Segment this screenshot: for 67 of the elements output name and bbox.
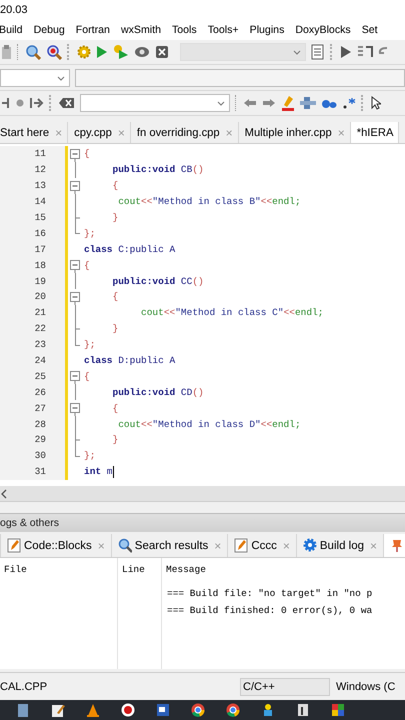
column-header[interactable]: Line — [118, 558, 161, 578]
menu-item[interactable]: Build — [0, 24, 23, 36]
status-field: Windows (C — [336, 680, 396, 692]
code-line: public:void CB() — [112, 164, 204, 176]
code-line: public:void CD() — [112, 386, 204, 398]
editor-tab[interactable]: Start here × — [0, 122, 68, 143]
menu-item[interactable]: Tools+ — [208, 24, 239, 36]
code-line: cout<<"Method in class D"<<endl; — [117, 418, 301, 430]
panel-title: ogs & others — [0, 517, 59, 529]
menu-item[interactable]: Tools — [172, 24, 197, 36]
log-message: === Build finished: 0 error(s), 0 wa — [166, 604, 374, 618]
line-number: 12 — [0, 162, 65, 178]
status-field: C/C++ — [240, 678, 330, 696]
code-line: int m — [84, 466, 114, 478]
log-message: === Build file: "no target" in "no p — [166, 587, 374, 601]
menu-item[interactable]: Debug — [34, 24, 65, 36]
line-number: 21 — [0, 304, 65, 321]
log-tab[interactable]: Search results × — [112, 534, 228, 557]
code-line: } — [112, 212, 118, 223]
menu-item[interactable]: Fortran — [76, 24, 110, 36]
code-line: cout<<"Method in class C"<<endl; — [140, 307, 324, 318]
window-title: 20.03 — [0, 4, 28, 16]
editor-tab[interactable]: *hIERA — [350, 122, 400, 143]
line-number: 28 — [0, 416, 65, 432]
line-number: 20 — [0, 289, 65, 305]
code-line: { — [84, 370, 90, 382]
code-line: }; — [84, 339, 96, 350]
line-number: 15 — [0, 210, 65, 226]
code-line: } — [112, 323, 118, 334]
code-line: { — [112, 291, 118, 302]
log-tab[interactable]: Cccc × — [228, 534, 297, 557]
line-number: 22 — [0, 320, 65, 337]
line-number: 23 — [0, 336, 65, 353]
code-line: cout<<"Method in class B"<<endl; — [117, 196, 301, 208]
code-line: { — [84, 260, 90, 271]
line-number: 11 — [0, 146, 65, 162]
code-line: }; — [84, 450, 96, 462]
log-tab[interactable]: Code::Blocks × — [1, 534, 112, 557]
code-line: public:void CC() — [112, 276, 204, 287]
code-line: { — [112, 402, 118, 414]
menu-item[interactable]: wxSmith — [120, 24, 161, 36]
line-number: 24 — [0, 352, 65, 368]
line-number: 25 — [0, 368, 65, 384]
menu-item[interactable]: Set — [362, 24, 378, 36]
menu-item[interactable]: Plugins — [250, 24, 284, 36]
line-number: 13 — [0, 178, 65, 194]
code-line: { — [84, 148, 90, 160]
code-line: }; — [84, 228, 96, 239]
line-number: 27 — [0, 400, 65, 416]
line-number: 30 — [0, 448, 65, 464]
column-header[interactable]: File — [0, 558, 117, 578]
line-number: 17 — [0, 241, 65, 258]
line-number: 16 — [0, 225, 65, 242]
menu-item[interactable]: DoxyBlocks — [295, 24, 351, 36]
code-line: } — [112, 434, 118, 446]
status-field: CAL.CPP — [0, 680, 240, 692]
editor-tab[interactable]: Multiple inher.cpp × — [238, 122, 351, 143]
line-number: 26 — [0, 384, 65, 400]
line-number: 19 — [0, 273, 65, 290]
column-header[interactable]: Message — [162, 558, 405, 578]
line-number: 29 — [0, 432, 65, 448]
code-line: class C:public A — [84, 244, 176, 255]
code-line: class D:public A — [84, 355, 176, 366]
line-number: 31 — [0, 464, 65, 480]
line-number: 14 — [0, 194, 65, 210]
code-line: { — [112, 180, 118, 192]
line-number: 18 — [0, 257, 65, 274]
